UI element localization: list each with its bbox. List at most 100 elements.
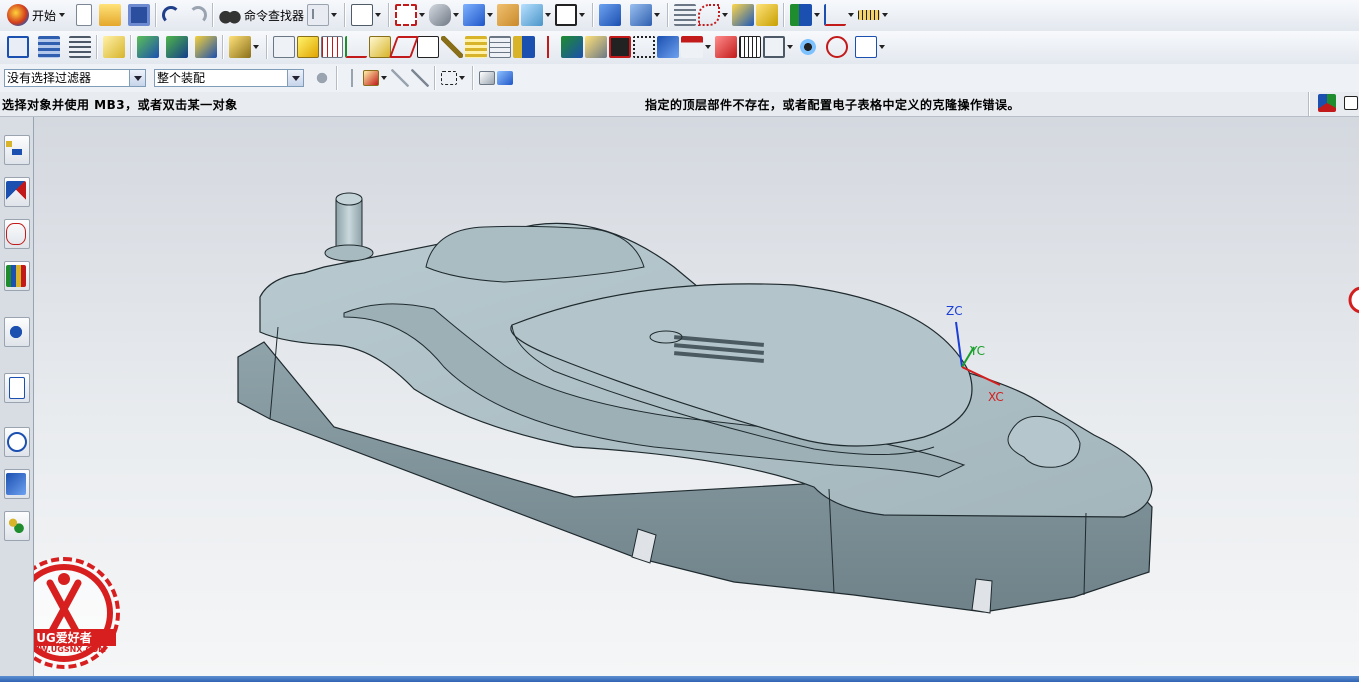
fit-view-icon[interactable] (395, 4, 418, 26)
ruler-icon[interactable] (858, 10, 881, 20)
chevron-down-icon[interactable] (654, 13, 661, 17)
paint-brush-icon[interactable] (756, 4, 779, 26)
background-icon[interactable] (497, 4, 520, 26)
view-triad-icon[interactable] (1318, 94, 1336, 112)
start-menu-button[interactable]: 开始 (32, 7, 56, 24)
nx-logo-icon[interactable] (7, 4, 29, 26)
block-feature-icon[interactable] (369, 36, 391, 58)
display-settings-icon[interactable] (763, 36, 785, 58)
command-finder-button[interactable]: 命令查找器 (244, 7, 304, 24)
chevron-down-icon[interactable] (381, 76, 387, 80)
ejector-pin-icon[interactable] (537, 36, 559, 58)
select-face-icon[interactable] (497, 71, 513, 85)
new-file-icon[interactable] (76, 4, 93, 26)
chevron-down-icon[interactable] (453, 13, 460, 17)
part-navigator-tab[interactable] (4, 219, 30, 249)
assembly-navigator-tab[interactable] (4, 135, 30, 165)
process-studio-tab[interactable] (4, 469, 30, 499)
chevron-down-icon[interactable] (253, 45, 259, 49)
animation-play-icon[interactable] (790, 4, 813, 26)
model-canvas[interactable]: ZC YC XC (34, 117, 1359, 677)
report-icon[interactable] (855, 36, 877, 58)
chevron-down-icon[interactable] (545, 13, 552, 17)
section-view-icon[interactable] (521, 4, 544, 26)
binoculars-icon[interactable] (219, 4, 242, 26)
window-frame-icon[interactable] (555, 4, 578, 26)
grid-table-icon[interactable] (739, 36, 761, 58)
assembly-constraint-icon[interactable] (630, 4, 653, 26)
table-icon[interactable] (489, 36, 511, 58)
chevron-down-icon[interactable] (879, 45, 885, 49)
reuse-library-tab[interactable] (4, 261, 30, 291)
redo-icon[interactable] (189, 6, 208, 24)
gate-icon[interactable] (681, 36, 703, 58)
chevron-down-icon[interactable] (459, 76, 465, 80)
refresh-icon[interactable] (826, 36, 848, 58)
intersection-icon[interactable] (411, 69, 429, 87)
history-clock-tab[interactable] (4, 427, 30, 457)
part-stack-icon[interactable] (38, 36, 60, 58)
wave-link-icon[interactable] (732, 4, 755, 26)
history-tab[interactable] (4, 373, 30, 403)
point-snap-icon[interactable] (363, 70, 379, 86)
eraser-icon[interactable] (103, 36, 125, 58)
chevron-down-icon[interactable] (814, 13, 821, 17)
select-body-icon[interactable] (479, 71, 495, 85)
chevron-down-icon[interactable] (287, 70, 303, 86)
select-hierarchy-icon[interactable] (307, 4, 330, 26)
chevron-down-icon[interactable] (787, 45, 793, 49)
chevron-down-icon[interactable] (848, 13, 855, 17)
mirror-assembly-icon[interactable] (195, 36, 217, 58)
hierarchy-select-icon[interactable] (273, 36, 295, 58)
dynamic-handle-icon[interactable] (1348, 286, 1359, 314)
save-icon[interactable] (128, 4, 151, 26)
roles-tab[interactable] (4, 511, 30, 541)
runner-icon[interactable] (657, 36, 679, 58)
render-style-icon[interactable] (429, 4, 452, 26)
web-browser-tab[interactable] (4, 317, 30, 347)
graphics-window[interactable]: ZC YC XC UG爱好者 WWW.UGSNX.COM (34, 117, 1359, 677)
chevron-down-icon[interactable] (579, 13, 586, 17)
eye-icon[interactable] (797, 36, 819, 58)
add-component-icon[interactable] (137, 36, 159, 58)
mold-part-model[interactable] (237, 192, 1153, 614)
layer-settings-icon[interactable] (674, 4, 697, 26)
chevron-down-icon[interactable] (331, 13, 338, 17)
cooling-channel-icon[interactable] (561, 36, 583, 58)
type-filter-select[interactable]: 没有选择过滤器 (4, 69, 146, 87)
assembly-navigator-icon[interactable] (7, 36, 29, 58)
datum-plane-icon[interactable] (388, 36, 420, 58)
move-component-icon[interactable] (599, 4, 622, 26)
chevron-down-icon[interactable] (375, 13, 382, 17)
tools-icon[interactable] (441, 36, 463, 58)
chevron-down-icon[interactable] (419, 13, 426, 17)
electrode-icon[interactable] (609, 36, 631, 58)
measure-curve-icon[interactable] (698, 4, 721, 26)
chevron-down-icon[interactable] (487, 13, 494, 17)
chevron-down-icon[interactable] (59, 13, 66, 17)
component-list-icon[interactable] (69, 36, 91, 58)
open-folder-icon[interactable] (99, 4, 122, 26)
dimension-icon[interactable] (824, 4, 847, 26)
view-orientation-cube-icon[interactable] (463, 4, 486, 26)
os-taskbar[interactable] (0, 676, 1359, 682)
sketch-icon[interactable] (417, 36, 439, 58)
snap-point-icon[interactable] (343, 69, 361, 87)
grid-pattern-icon[interactable] (321, 36, 343, 58)
mold-base-icon[interactable] (633, 36, 655, 58)
filter-settings-icon[interactable] (313, 69, 331, 87)
information-icon[interactable] (351, 4, 374, 26)
chevron-down-icon[interactable] (722, 13, 729, 17)
layer-stack-icon[interactable] (465, 36, 487, 58)
chevron-down-icon[interactable] (882, 13, 889, 17)
constraint-navigator-tab[interactable] (4, 177, 30, 207)
attribute-icon[interactable] (229, 36, 251, 58)
maximize-window-icon[interactable] (1344, 96, 1358, 110)
control-point-icon[interactable] (391, 69, 409, 87)
axis-xyz-icon[interactable] (345, 36, 367, 58)
rectangle-select-icon[interactable] (441, 71, 457, 85)
replace-component-icon[interactable] (166, 36, 188, 58)
selection-scope-select[interactable]: 整个装配 (154, 69, 304, 87)
undo-icon[interactable] (162, 6, 181, 24)
highlight-yellow-icon[interactable] (297, 36, 319, 58)
